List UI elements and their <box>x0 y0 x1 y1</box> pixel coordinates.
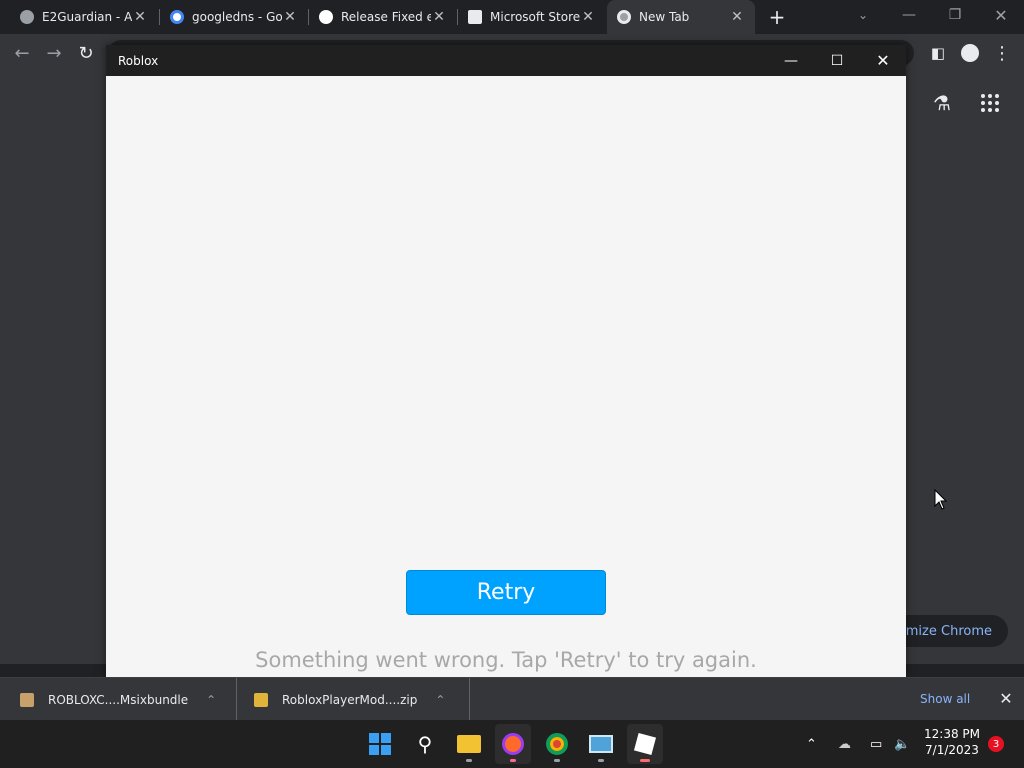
download-filename: ROBLOXC....Msixbundle <box>48 692 189 707</box>
tab-label: Release Fixed e <box>341 10 431 24</box>
close-tab-icon[interactable]: ✕ <box>282 9 298 25</box>
github-icon <box>319 10 333 24</box>
show-all-downloads-link[interactable]: Show all <box>920 677 970 720</box>
control-panel-icon[interactable] <box>583 724 619 764</box>
download-item-zip[interactable]: RobloxPlayerMod....zip ⌃ <box>254 678 464 721</box>
restore-icon[interactable]: ❐ <box>932 0 978 30</box>
minimize-icon[interactable]: — <box>886 0 932 30</box>
close-tab-icon[interactable]: ✕ <box>132 9 148 25</box>
reload-icon[interactable]: ↻ <box>72 34 100 72</box>
roblox-window: Roblox — ☐ ✕ Retry Something went wrong.… <box>106 45 906 677</box>
zip-folder-icon <box>254 692 268 707</box>
globe-icon <box>20 10 34 24</box>
roblox-maximize-icon[interactable]: ☐ <box>814 45 860 76</box>
chevron-up-icon[interactable]: ⌃ <box>435 693 445 707</box>
close-downloads-bar-icon[interactable]: ✕ <box>996 677 1016 720</box>
tab-label: googledns - Go <box>192 10 282 24</box>
tab-label: E2Guardian - Ac <box>42 10 132 24</box>
notification-count-badge[interactable]: 3 <box>988 736 1004 752</box>
store-icon <box>468 10 482 24</box>
start-windows-icon[interactable] <box>362 724 398 764</box>
tray-overflow-chevron-icon[interactable]: ⌃ <box>806 720 822 768</box>
browser-tab-strip: E2Guardian - Ac ✕ googledns - Go ✕ Relea… <box>0 0 1024 34</box>
download-divider <box>469 678 470 721</box>
close-tab-icon[interactable]: ✕ <box>431 9 447 25</box>
new-tab-button[interactable]: + <box>766 4 788 30</box>
retry-button[interactable]: Retry <box>406 570 606 615</box>
firefox-icon[interactable] <box>495 724 531 764</box>
google-icon <box>170 10 184 24</box>
roblox-taskbar-icon[interactable] <box>627 724 663 764</box>
tab-search-icon[interactable]: ⌄ <box>840 0 886 30</box>
downloads-bar: ROBLOXC....Msixbundle ⌃ RobloxPlayerMod.… <box>0 677 1024 721</box>
package-icon <box>20 692 34 707</box>
volume-icon[interactable]: 🔈 <box>894 720 912 768</box>
back-icon[interactable]: ← <box>8 34 36 72</box>
tab-googledns[interactable]: googledns - Go ✕ <box>160 0 308 34</box>
roblox-close-icon[interactable]: ✕ <box>860 45 906 76</box>
roblox-minimize-icon[interactable]: — <box>768 45 814 76</box>
tab-label: Microsoft Store <box>490 10 580 24</box>
menu-icon[interactable]: ⋮ <box>988 34 1016 72</box>
clock-time: 12:38 PM <box>924 727 980 741</box>
close-tab-icon[interactable]: ✕ <box>580 9 596 25</box>
mouse-cursor-icon <box>934 489 948 510</box>
error-message: Something went wrong. Tap 'Retry' to try… <box>255 648 757 672</box>
apps-grid-icon[interactable] <box>976 88 1004 118</box>
onedrive-cloud-icon[interactable]: ☁ <box>838 720 856 768</box>
tab-microsoft-store[interactable]: Microsoft Store ✕ <box>458 0 606 34</box>
search-icon[interactable]: ⚲ <box>407 724 443 764</box>
close-window-icon[interactable]: ✕ <box>978 0 1024 30</box>
download-filename: RobloxPlayerMod....zip <box>282 692 418 707</box>
chevron-up-icon[interactable]: ⌃ <box>206 693 216 707</box>
download-divider <box>236 678 237 721</box>
forward-icon[interactable]: → <box>40 34 68 72</box>
network-icon[interactable]: ▭ <box>870 720 888 768</box>
taskbar-clock[interactable]: 12:38 PM 7/1/2023 <box>920 726 984 758</box>
labs-flask-icon[interactable]: ⚗ <box>928 88 956 118</box>
chrome-taskbar-icon[interactable] <box>539 724 575 764</box>
clock-date: 7/1/2023 <box>925 743 979 757</box>
tab-label: New Tab <box>639 10 690 24</box>
tab-e2guardian[interactable]: E2Guardian - Ac ✕ <box>10 0 158 34</box>
profile-icon[interactable] <box>956 34 984 72</box>
side-panel-icon[interactable]: ◧ <box>924 34 952 72</box>
close-tab-icon[interactable]: ✕ <box>729 9 745 25</box>
file-explorer-icon[interactable] <box>451 724 487 764</box>
download-item-msixbundle[interactable]: ROBLOXC....Msixbundle ⌃ <box>20 678 230 721</box>
tab-github-release[interactable]: Release Fixed e ✕ <box>309 0 457 34</box>
roblox-window-title: Roblox <box>118 53 159 68</box>
tab-new-tab[interactable]: New Tab ✕ <box>607 0 755 34</box>
chrome-icon <box>617 10 631 24</box>
